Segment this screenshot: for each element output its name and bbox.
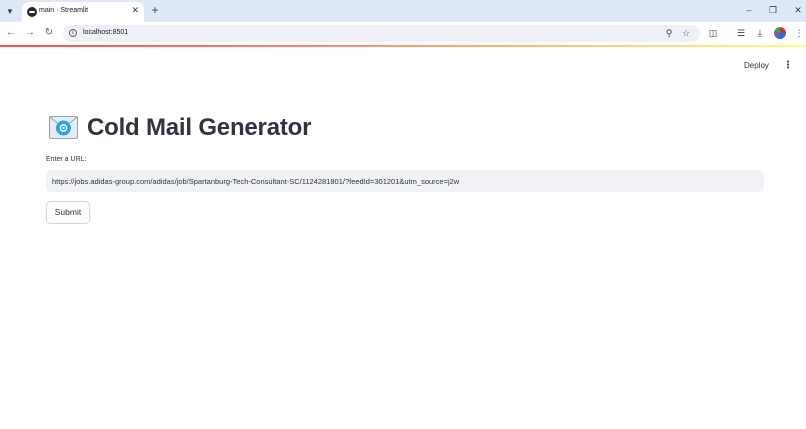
media-controls-icon[interactable]: ☰: [734, 26, 748, 40]
url-input-label: Enter a URL:: [46, 156, 87, 163]
profile-avatar[interactable]: [774, 27, 786, 39]
address-bar[interactable]: i localhost:8501 ⚲ ☆: [63, 25, 700, 42]
site-info-icon[interactable]: i: [69, 29, 77, 37]
zoom-icon[interactable]: ⚲: [663, 27, 675, 39]
browser-menu-icon[interactable]: ⋮: [792, 26, 806, 40]
submit-button[interactable]: Submit: [46, 201, 90, 224]
main-menu-icon[interactable]: ⋮: [783, 59, 793, 73]
restore-icon[interactable]: ❐: [765, 3, 781, 17]
tab-close-icon[interactable]: ✕: [131, 5, 139, 16]
browser-tab[interactable]: main · Streamlit ✕: [22, 2, 144, 22]
minimize-icon[interactable]: –: [741, 3, 757, 17]
url-input-value: https://jobs.adidas-group.com/adidas/job…: [52, 177, 460, 186]
back-icon[interactable]: ←: [4, 26, 18, 40]
downloads-icon[interactable]: ⤓: [753, 26, 767, 40]
tab-search-icon[interactable]: ▼: [3, 4, 17, 18]
bookmark-star-icon[interactable]: ☆: [680, 27, 692, 39]
browser-tab-strip: ▼ main · Streamlit ✕ + – ❐ ✕: [0, 0, 806, 22]
reload-icon[interactable]: ↻: [42, 26, 56, 40]
page-title: Cold Mail Generator: [87, 114, 312, 141]
window-close-icon[interactable]: ✕: [790, 3, 806, 17]
forward-icon[interactable]: →: [23, 26, 37, 40]
tab-title: main · Streamlit: [39, 7, 89, 14]
streamlit-decoration-bar: [0, 45, 806, 47]
extensions-icon[interactable]: ◫: [706, 26, 720, 40]
address-url: localhost:8501: [83, 29, 129, 36]
url-input[interactable]: https://jobs.adidas-group.com/adidas/job…: [46, 170, 764, 192]
streamlit-favicon-icon: [27, 7, 37, 17]
browser-toolbar: ← → ↻ i localhost:8501 ⚲ ☆ ◫ ☰ ⤓ ⋮: [0, 22, 806, 45]
new-tab-icon[interactable]: +: [148, 3, 162, 17]
deploy-button[interactable]: Deploy: [744, 61, 769, 70]
incoming-envelope-icon: [49, 116, 78, 139]
